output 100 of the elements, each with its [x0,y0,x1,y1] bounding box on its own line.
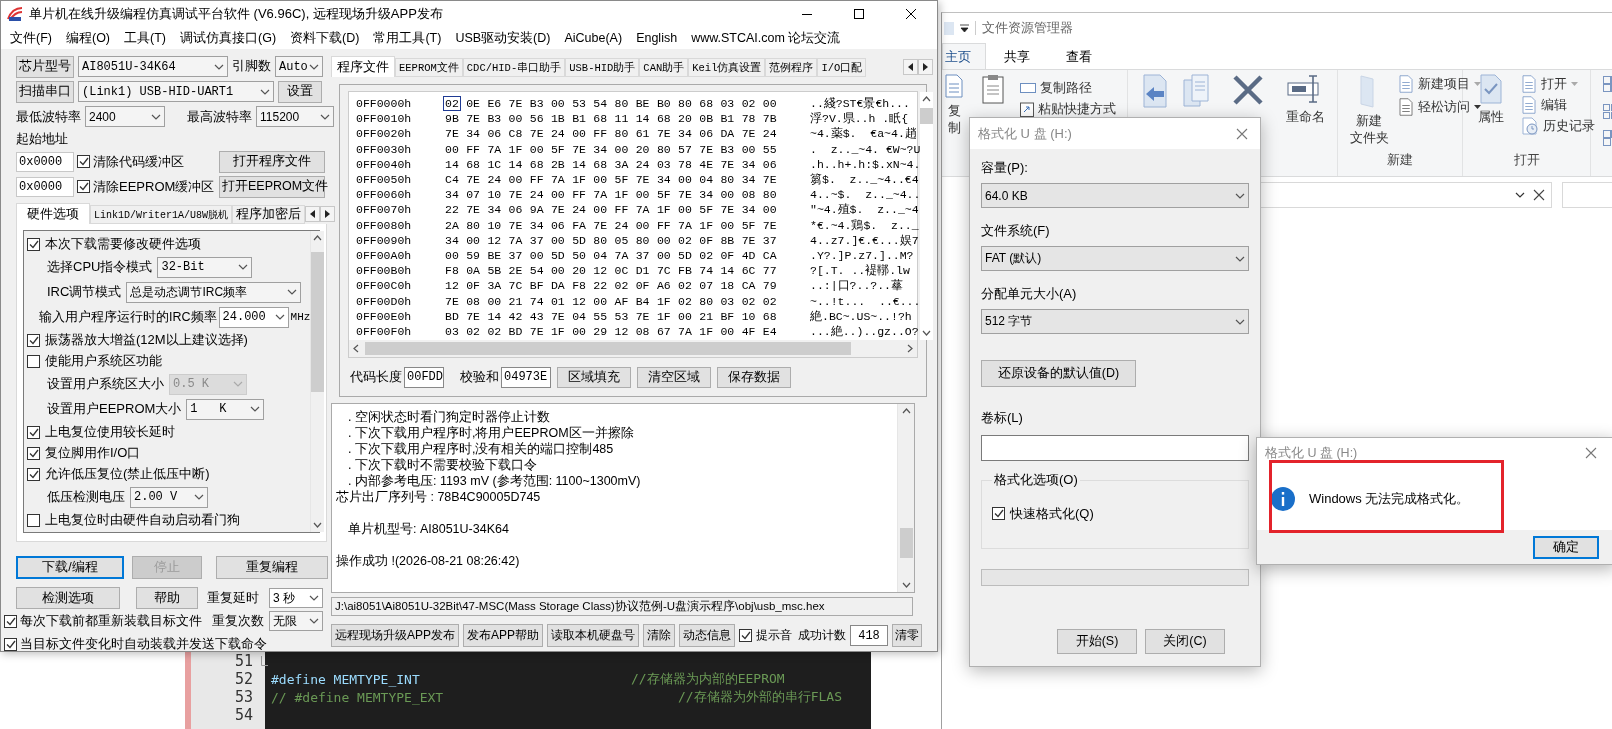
hex-address: 0FF0070h [356,203,413,217]
max-baud-dropdown[interactable]: 115200 [256,106,334,127]
hex-action-button[interactable]: 保存数据 [717,366,791,388]
option-dropdown[interactable]: 32-Bit [157,256,253,278]
open-button[interactable]: 打开 [1521,74,1595,93]
hex-byte: 1F [508,142,524,156]
hex-action-button[interactable]: 清空区域 [637,366,711,388]
close-button[interactable]: 关闭(C) [1145,629,1225,654]
hex-action-button[interactable]: 区域填充 [557,366,631,388]
reset-count-button[interactable]: 清零 [892,624,923,647]
easy-access-button[interactable]: 轻松访问 [1398,97,1481,116]
frequency-dropdown[interactable]: 24.000 [218,306,289,328]
hex-byte: 12 [614,324,630,338]
hex-byte: FB [678,264,693,278]
hex-byte: 2B [550,157,566,171]
option-tab[interactable]: Link1D/Writer1A/U8W脱机 [90,205,233,224]
file-tab[interactable]: USB-HID助手 [565,58,640,77]
new-folder-button[interactable]: 新建 文件夹 [1349,112,1389,146]
rename-button[interactable]: 重命名 [1285,108,1325,125]
bottom-button[interactable]: 清除 [643,624,676,647]
hex-byte: 37 [635,248,651,262]
action-button[interactable]: 下载/编程 [16,556,124,579]
port-dropdown[interactable]: (Link1) USB-HID-UART1 [78,81,274,102]
file-tab[interactable]: 范例程序 [765,58,818,77]
copy-path-button[interactable]: 复制路径 [1020,78,1116,97]
bottom-button[interactable]: 读取本机硬盘号 [547,624,640,647]
hex-byte: 01 [550,294,566,308]
file-tab[interactable]: CDC/HID-串口助手 [462,58,566,77]
bottom-button[interactable]: 远程现场升级APP发布 [331,624,459,647]
menu-item[interactable]: 文件(F) [10,29,52,47]
address-field[interactable]: 0x0000 [16,176,74,197]
new-item-button[interactable]: 新建项目 [1398,74,1481,93]
hex-byte: 00 [720,188,736,202]
hex-byte: AF [614,294,630,308]
edit-button[interactable]: 编辑 [1521,95,1595,114]
bottom-button[interactable]: 发布APP帮助 [463,624,544,647]
option-tab[interactable]: 程序加密后 [232,205,306,224]
file-system-dropdown[interactable]: FAT (默认) [981,246,1249,271]
copy-button[interactable]: 复制 [942,102,966,136]
window-title: 单片机在线升级编程仿真调试平台软件 (V6.96C), 远程现场升级APP发布 [29,5,443,23]
restore-defaults-button[interactable]: 还原设备的默认值(D) [981,360,1136,387]
option-dropdown[interactable]: 2.00 V [130,486,208,508]
chip-type-button[interactable]: 芯片型号 [16,55,74,78]
hex-byte: E6 [487,97,503,111]
hex-byte: 80 [656,142,672,156]
pin-count-dropdown[interactable]: Auto [275,56,323,77]
hex-byte: 24 [635,157,651,171]
file-tab[interactable]: CAN助手 [639,58,689,77]
option-dropdown[interactable]: 总是动态调节IRC频率 [126,281,302,303]
chip-dropdown[interactable]: AI8051U-34K64 [78,56,228,77]
hex-byte: 24 [487,173,503,187]
allocation-unit-dropdown[interactable]: 512 字节 [981,309,1249,334]
menu-item[interactable]: 工具(T) [124,29,166,47]
unit-label: MHz [290,311,311,323]
ribbon-tab[interactable]: 主页 [942,43,986,69]
option-dropdown[interactable]: 1 K [186,398,265,420]
repeat-count-dropdown[interactable]: 无限 [269,611,323,631]
menu-item[interactable]: 资料下载(D) [290,29,360,47]
address-field[interactable]: 0x0000 [16,151,74,172]
hex-byte: 7E [741,233,757,247]
properties-button[interactable]: 属性 [1478,108,1504,125]
hex-byte: 0A [466,264,481,278]
menu-item[interactable]: USB驱动安装(D) [455,29,551,47]
code-comment: //存储器为内部的EEPROM [631,670,785,688]
open-file-button[interactable]: 打开程序文件 [219,150,325,173]
hex-byte: 68 [762,309,778,323]
line-number: 51 [234,652,253,670]
hex-byte: 00 [572,324,587,338]
menu-item[interactable]: AiCube(A) [564,31,623,45]
help-button[interactable]: 帮助 [136,587,198,609]
hex-byte: 02 [699,248,715,262]
hex-byte: 00 [529,248,545,262]
file-tab[interactable]: EEPROM文件 [395,58,463,77]
paste-shortcut-button[interactable]: 粘贴快捷方式 [1020,99,1116,118]
capacity-dropdown[interactable]: 64.0 KB [981,183,1249,208]
settings-button[interactable]: 设置 [278,80,322,103]
option-tab[interactable]: 硬件选项 [16,203,90,224]
bottom-button[interactable]: 动态信息 [679,624,736,647]
action-button[interactable]: 重复编程 [216,556,328,579]
hex-byte: 12 [572,294,587,308]
hex-byte: 7E [741,127,757,141]
menu-item[interactable]: English [636,31,678,45]
hex-byte: 5F [741,218,757,232]
ok-button[interactable]: 确定 [1533,535,1599,559]
file-tab[interactable]: I/O口配 [817,58,867,77]
min-baud-dropdown[interactable]: 2400 [85,106,165,127]
file-tab[interactable]: 程序文件 [331,56,395,77]
start-button[interactable]: 开始(S) [1057,629,1137,654]
menu-item[interactable]: www.STCAI.com 论坛交流 [691,29,841,47]
file-tab[interactable]: Keil仿真设置 [688,58,766,77]
scan-port-button[interactable]: 扫描串口 [16,80,74,103]
menu-item[interactable]: 调试仿真接口(G) [180,29,277,47]
menu-item[interactable]: 编程(O) [65,29,111,47]
detect-options-button[interactable]: 检测选项 [16,587,120,609]
hex-byte: 1F [572,173,587,187]
hex-byte: 02 [614,279,630,293]
repeat-delay-dropdown[interactable]: 3 秒 [269,588,323,608]
history-button[interactable]: 历史记录 [1521,116,1595,135]
menu-item[interactable]: 常用工具(T) [373,29,442,47]
success-count-label: 成功计数 [798,627,847,644]
